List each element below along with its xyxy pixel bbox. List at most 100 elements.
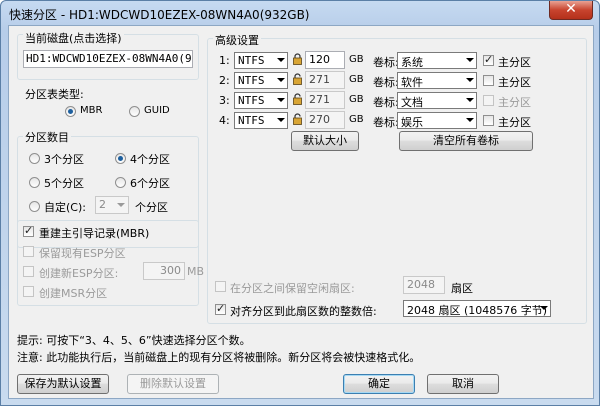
radio-6-label: 6个分区 [130, 177, 170, 190]
align-sectors-checkbox[interactable] [215, 302, 226, 315]
radio-mbr-label: MBR [80, 105, 103, 116]
default-size-button[interactable]: 默认大小 [291, 131, 359, 151]
size-input[interactable]: 271 [305, 91, 345, 109]
save-default-button[interactable]: 保存为默认设置 [17, 374, 109, 394]
reserve-sectors-checkbox[interactable] [215, 281, 226, 292]
primary-checkbox[interactable] [483, 115, 494, 126]
dialog-window: 快速分区 - HD1:WDCWD10EZEX-08WN4A0(932GB) ✕ … [0, 0, 600, 406]
align-sectors-select[interactable]: 2048 扇区 (1048576 字节) [403, 300, 551, 317]
primary-checkbox[interactable] [483, 95, 494, 106]
volume-select[interactable]: 娱乐 [397, 112, 477, 129]
partition-index: 1: [219, 54, 230, 67]
volume-label: 卷标: [373, 116, 399, 129]
partition-index: 3: [219, 94, 230, 107]
rebuild-mbr-label: 重建主引导记录(MBR) [39, 227, 150, 240]
dialog-body: 当前磁盘(点击选择) HD1:WDCWD10EZEX-08WN4A0(932 分… [8, 25, 594, 399]
chevron-down-icon [466, 98, 474, 102]
unlock-icon[interactable] [293, 93, 302, 105]
chevron-down-icon [466, 118, 474, 122]
advanced-label: 高级设置 [213, 32, 261, 48]
primary-label: 主分区 [498, 56, 531, 69]
chevron-down-icon [277, 58, 285, 62]
fs-select[interactable]: NTFS [234, 92, 288, 109]
primary-label: 主分区 [498, 76, 531, 89]
fs-select[interactable]: NTFS [234, 52, 288, 69]
primary-checkbox[interactable] [483, 53, 494, 66]
chevron-down-icon [277, 118, 285, 122]
size-input[interactable]: 271 [305, 71, 345, 89]
volume-label: 卷标: [373, 56, 399, 69]
volume-select[interactable]: 软件 [397, 72, 477, 89]
volume-value: 系统 [401, 56, 423, 69]
delete-default-button[interactable]: 删除默认设置 [127, 374, 219, 394]
volume-select[interactable]: 系统 [397, 52, 477, 69]
size-input[interactable]: 120 [305, 51, 345, 69]
size-value: 271 [309, 73, 330, 86]
hint-tip: 提示: 可按下“3、4、5、6”快速选择分区个数。 [17, 334, 251, 347]
size-unit: GB [349, 114, 364, 125]
radio-guid[interactable] [129, 106, 140, 117]
esp-size-input[interactable]: 300 [143, 262, 185, 280]
fs-value: NTFS [238, 114, 265, 127]
close-icon: ✕ [565, 1, 577, 17]
fs-select[interactable]: NTFS [234, 72, 288, 89]
unlock-icon[interactable] [293, 113, 302, 125]
size-value: 120 [309, 53, 330, 66]
fs-value: NTFS [238, 94, 265, 107]
radio-6-partitions[interactable] [115, 177, 126, 188]
hint-note: 注意: 此功能执行后，当前磁盘上的现有分区将被删除。新分区将会被快速格式化。 [17, 351, 421, 364]
size-input[interactable]: 270 [305, 111, 345, 129]
custom-count-select[interactable]: 2 [95, 196, 129, 214]
volume-value: 软件 [401, 76, 423, 89]
reserve-sectors-unit: 扇区 [451, 282, 473, 295]
lock-icon[interactable] [293, 53, 302, 65]
reserve-sectors-value: 2048 [407, 278, 435, 291]
align-sectors-label: 对齐分区到此扇区数的整数倍: [230, 305, 377, 318]
rebuild-mbr-checkbox[interactable] [23, 224, 34, 237]
fs-value: NTFS [238, 74, 265, 87]
chevron-down-icon [466, 58, 474, 62]
window-title: 快速分区 - HD1:WDCWD10EZEX-08WN4A0(932GB) [9, 8, 310, 22]
align-sectors-value: 2048 扇区 (1048576 字节) [407, 304, 548, 317]
clear-labels-button[interactable]: 清空所有卷标 [399, 131, 533, 151]
primary-checkbox[interactable] [483, 75, 494, 86]
volume-value: 文档 [401, 96, 423, 109]
radio-3-label: 3个分区 [44, 153, 84, 166]
radio-mbr[interactable] [65, 106, 76, 117]
unlock-icon[interactable] [293, 73, 302, 85]
size-value: 271 [309, 93, 330, 106]
primary-label: 主分区 [498, 96, 531, 109]
esp-size-value: 300 [160, 264, 181, 277]
radio-custom[interactable] [29, 201, 40, 212]
create-esp-label: 创建新ESP分区: [39, 267, 119, 280]
radio-4-partitions[interactable] [115, 153, 126, 164]
radio-3-partitions[interactable] [29, 153, 40, 164]
partition-count-label: 分区数目 [23, 129, 71, 145]
volume-label: 卷标: [373, 76, 399, 89]
keep-esp-checkbox[interactable] [23, 246, 34, 257]
esp-size-unit: MB [187, 265, 205, 278]
create-esp-checkbox[interactable] [23, 266, 34, 277]
size-unit: GB [349, 94, 364, 105]
partition-index: 2: [219, 74, 230, 87]
radio-5-partitions[interactable] [29, 177, 40, 188]
chevron-down-icon [277, 78, 285, 82]
partition-index: 4: [219, 114, 230, 127]
cancel-button[interactable]: 取消 [427, 374, 499, 394]
chevron-down-icon [277, 98, 285, 102]
partition-table-label: 分区表类型: [25, 88, 84, 101]
disk-value: HD1:WDCWD10EZEX-08WN4A0(932 [26, 52, 193, 65]
fs-value: NTFS [238, 54, 265, 67]
reserve-sectors-input[interactable]: 2048 [403, 276, 445, 294]
volume-select[interactable]: 文档 [397, 92, 477, 109]
radio-guid-label: GUID [144, 105, 170, 116]
size-value: 270 [309, 113, 330, 126]
create-msr-label: 创建MSR分区 [39, 287, 108, 300]
create-msr-checkbox[interactable] [23, 286, 34, 297]
radio-custom-label: 自定(C): [44, 201, 86, 214]
size-unit: GB [349, 54, 364, 65]
ok-button[interactable]: 确定 [343, 374, 415, 394]
close-button[interactable]: ✕ [549, 1, 593, 20]
fs-select[interactable]: NTFS [234, 112, 288, 129]
disk-selector[interactable]: HD1:WDCWD10EZEX-08WN4A0(932 [23, 50, 193, 68]
